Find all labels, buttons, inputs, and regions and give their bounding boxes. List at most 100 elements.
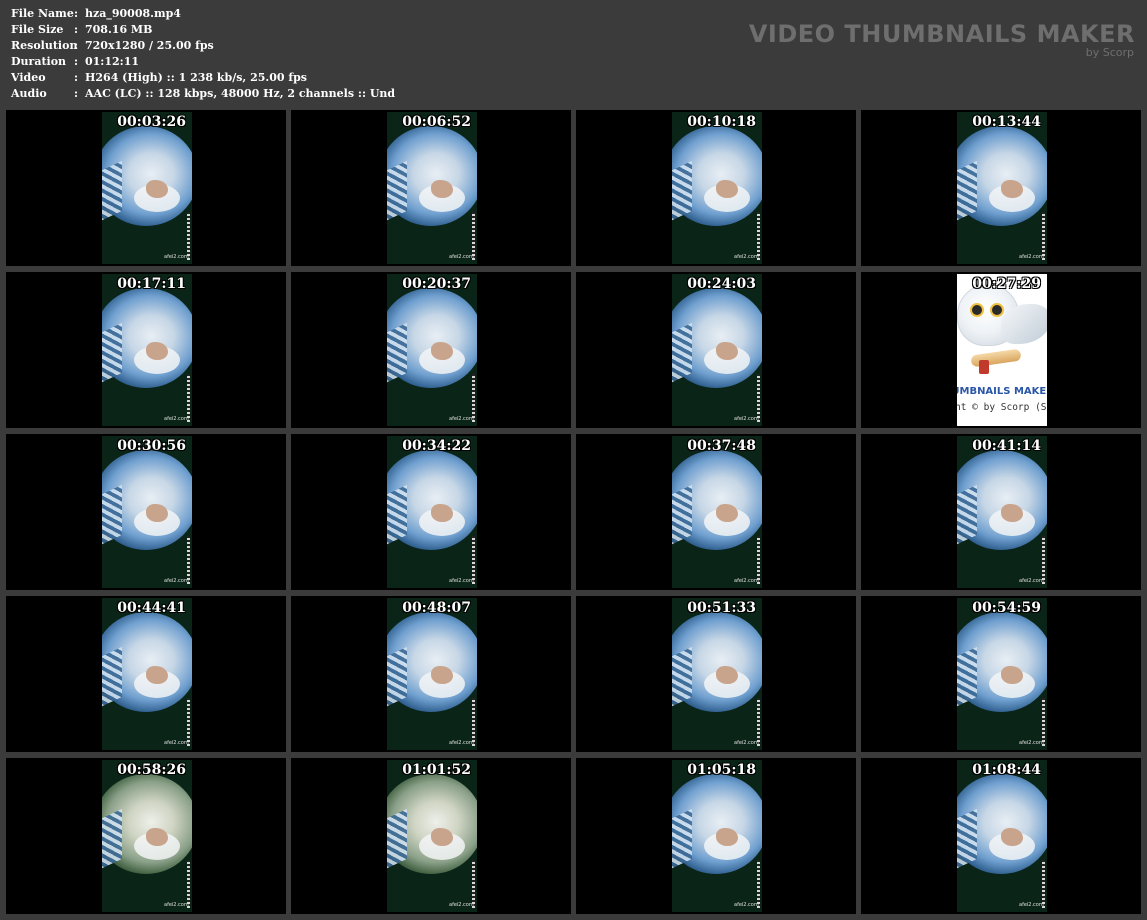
info-key: Duration (11, 55, 67, 68)
figure-shape (146, 180, 168, 198)
edge-strip (757, 212, 760, 260)
timestamp: 00:34:22 (402, 438, 471, 454)
timestamp: 00:10:18 (687, 114, 756, 130)
watermark: afei2.com (449, 740, 474, 746)
info-value: 720x1280 / 25.00 fps (85, 39, 214, 52)
info-value: H264 (High) :: 1 238 kb/s, 25.00 fps (85, 71, 307, 84)
thumbnail[interactable]: afei2.com 00:13:44 (861, 110, 1141, 266)
shelf-shape (387, 646, 407, 708)
watermark: afei2.com (164, 902, 189, 908)
thumbnail[interactable]: afei2.com 00:54:59 (861, 596, 1141, 752)
fisheye-view (102, 288, 192, 388)
thumbnail[interactable]: afei2.com 00:17:11 (6, 272, 286, 428)
shelf-shape (957, 484, 977, 546)
fisheye-view (957, 126, 1047, 226)
timestamp: 00:13:44 (972, 114, 1041, 130)
edge-strip (472, 212, 475, 260)
video-frame: afei2.com (957, 598, 1047, 750)
edge-strip (1042, 860, 1045, 908)
shelf-shape (102, 808, 122, 870)
thumbnail[interactable]: afei2.com 00:34:22 (291, 434, 571, 590)
watermark: afei2.com (164, 740, 189, 746)
thumbnail[interactable]: afei2.com 00:37:48 (576, 434, 856, 590)
thumbnail[interactable]: afei2.com 00:06:52 (291, 110, 571, 266)
thumbnail[interactable]: afei2.com 00:58:26 (6, 758, 286, 914)
thumbnail[interactable]: afei2.com 00:51:33 (576, 596, 856, 752)
timestamp: 00:17:11 (117, 276, 186, 292)
edge-strip (757, 860, 760, 908)
thumbnail[interactable]: afei2.com 00:30:56 (6, 434, 286, 590)
timestamp: 00:48:07 (402, 600, 471, 616)
placeholder-title: HUMBNAILS MAKER 8 (957, 386, 1047, 397)
thumbnail[interactable]: afei2.com 00:10:18 (576, 110, 856, 266)
timestamp: 01:08:44 (972, 762, 1041, 778)
edge-strip (187, 860, 190, 908)
video-frame: afei2.com (387, 274, 477, 426)
shelf-shape (102, 322, 122, 384)
shelf-shape (387, 160, 407, 222)
fisheye-view (102, 774, 192, 874)
thumbnail[interactable]: afei2.com 00:41:14 (861, 434, 1141, 590)
info-separator: : (74, 55, 79, 68)
edge-strip (1042, 536, 1045, 584)
timestamp: 00:20:37 (402, 276, 471, 292)
shelf-shape (672, 484, 692, 546)
timestamp: 01:05:18 (687, 762, 756, 778)
edge-strip (187, 212, 190, 260)
video-frame: afei2.com (102, 274, 192, 426)
figure-shape (431, 666, 453, 684)
info-value: 708.16 MB (85, 23, 153, 36)
fisheye-view (957, 612, 1047, 712)
header: File Name: hza_90008.mp4 File Size:708.16 … (0, 0, 1147, 108)
owl-wing-icon (1001, 304, 1047, 344)
info-key: Resolution (11, 39, 78, 52)
thumbnail[interactable]: afei2.com 01:05:18 (576, 758, 856, 914)
watermark: afei2.com (734, 578, 759, 584)
video-frame: afei2.com (672, 112, 762, 264)
thumbnail[interactable]: afei2.com 01:08:44 (861, 758, 1141, 914)
info-value: 01:12:11 (85, 55, 140, 68)
timestamp: 00:27:29 (972, 276, 1041, 292)
thumbnail[interactable]: afei2.com 01:01:52 (291, 758, 571, 914)
edge-strip (757, 536, 760, 584)
shelf-shape (672, 646, 692, 708)
timestamp: 00:41:14 (972, 438, 1041, 454)
figure-shape (716, 504, 738, 522)
info-separator: : (74, 71, 79, 84)
shelf-shape (387, 484, 407, 546)
owl-eye-icon (970, 303, 984, 317)
shelf-shape (957, 808, 977, 870)
thumbnail[interactable]: afei2.com 00:44:41 (6, 596, 286, 752)
watermark: afei2.com (734, 416, 759, 422)
fisheye-view (672, 288, 762, 388)
watermark: afei2.com (1019, 254, 1044, 260)
info-separator: : (74, 39, 79, 52)
thumbnail[interactable]: afei2.com 00:48:07 (291, 596, 571, 752)
video-frame: HUMBNAILS MAKER 8 ht © by Scorp (SU (957, 274, 1047, 426)
watermark: afei2.com (164, 254, 189, 260)
watermark: afei2.com (449, 902, 474, 908)
video-frame: afei2.com (387, 598, 477, 750)
video-frame: afei2.com (387, 112, 477, 264)
figure-shape (146, 666, 168, 684)
thumbnail[interactable]: HUMBNAILS MAKER 8 ht © by Scorp (SU 00:27:… (861, 272, 1141, 428)
thumbnail[interactable]: afei2.com 00:24:03 (576, 272, 856, 428)
timestamp: 00:24:03 (687, 276, 756, 292)
brand-title: VIDEO THUMBNAILS MAKER (748, 20, 1135, 48)
watermark: afei2.com (1019, 902, 1044, 908)
video-frame: afei2.com (387, 436, 477, 588)
video-frame: afei2.com (957, 112, 1047, 264)
fisheye-view (387, 126, 477, 226)
shelf-shape (102, 160, 122, 222)
info-separator: : (74, 87, 79, 100)
fisheye-view (102, 612, 192, 712)
timestamp: 00:54:59 (972, 600, 1041, 616)
video-frame: afei2.com (102, 112, 192, 264)
video-frame: afei2.com (102, 598, 192, 750)
thumbnail[interactable]: afei2.com 00:20:37 (291, 272, 571, 428)
thumbnail[interactable]: afei2.com 00:03:26 (6, 110, 286, 266)
shelf-shape (387, 808, 407, 870)
video-frame: afei2.com (957, 760, 1047, 912)
owl-eye-icon (990, 303, 1004, 317)
figure-shape (1001, 666, 1023, 684)
